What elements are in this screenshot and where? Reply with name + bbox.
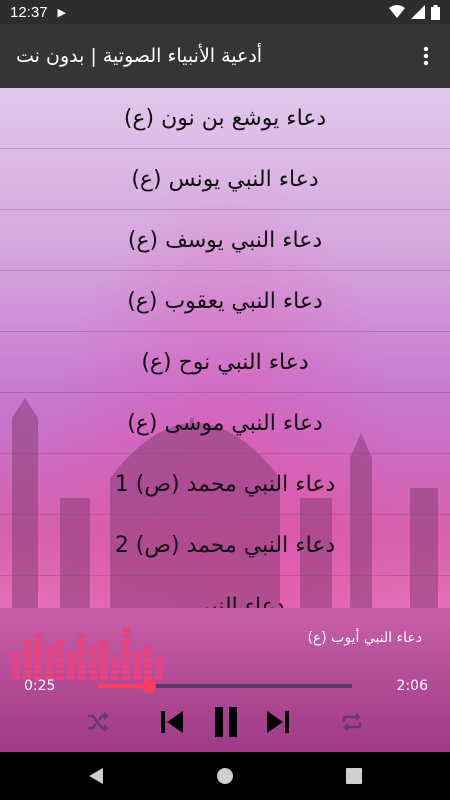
home-button[interactable] xyxy=(213,764,237,788)
signal-icon xyxy=(411,5,425,19)
skip-next-icon xyxy=(267,711,289,733)
shuffle-button[interactable] xyxy=(84,708,112,736)
shuffle-icon xyxy=(88,712,109,732)
recents-button[interactable] xyxy=(342,764,366,788)
dua-list: دعاء يوشع بن نون (ع) دعاء النبي يونس (ع)… xyxy=(0,88,450,608)
recents-square-icon xyxy=(346,768,362,784)
more-options-button[interactable] xyxy=(410,40,442,72)
duration-time: 2:06 xyxy=(396,678,428,694)
list-item-label: دعاء النبي يونس (ع) xyxy=(131,166,319,192)
seek-bar[interactable] xyxy=(98,679,352,693)
list-item[interactable]: دعاء النبي نوح (ع) xyxy=(0,332,450,393)
list-item[interactable]: دعاء النبي يونس (ع) xyxy=(0,149,450,210)
skip-previous-icon xyxy=(161,711,183,733)
next-button[interactable] xyxy=(262,706,294,738)
home-circle-icon xyxy=(217,768,233,784)
repeat-icon xyxy=(342,713,362,731)
seek-bar-thumb[interactable] xyxy=(141,679,156,693)
system-nav-bar xyxy=(0,752,450,800)
mini-player: دعاء النبي أيوب (ع) 0:25 2:06 xyxy=(0,608,450,752)
equalizer-visualizer xyxy=(12,628,163,680)
battery-icon xyxy=(431,4,440,20)
list-item[interactable]: دعاء النبي ... xyxy=(0,576,450,608)
back-button[interactable] xyxy=(84,764,108,788)
list-item[interactable]: دعاء النبي موسى (ع) xyxy=(0,393,450,454)
list-item-label: دعاء النبي نوح (ع) xyxy=(141,349,309,375)
previous-button[interactable] xyxy=(156,706,188,738)
list-item[interactable]: دعاء النبي يوسف (ع) xyxy=(0,210,450,271)
list-item-label: دعاء النبي موسى (ع) xyxy=(127,410,323,436)
list-item-label: دعاء النبي يوسف (ع) xyxy=(127,227,323,253)
status-bar: 12:37 ▶ xyxy=(0,0,450,24)
wifi-icon xyxy=(389,5,405,18)
list-item[interactable]: دعاء يوشع بن نون (ع) xyxy=(0,88,450,149)
back-triangle-icon xyxy=(89,768,103,784)
media-playing-icon: ▶ xyxy=(57,5,67,19)
app-bar: أدعية الأنبياء الصوتية | بدون نت xyxy=(0,24,450,88)
list-item[interactable]: دعاء النبي يعقوب (ع) xyxy=(0,271,450,332)
list-item-label: دعاء النبي يعقوب (ع) xyxy=(127,288,323,314)
list-item[interactable]: دعاء النبي محمد (ص) 1 xyxy=(0,454,450,515)
content-area: دعاء يوشع بن نون (ع) دعاء النبي يونس (ع)… xyxy=(0,88,450,608)
list-item-label: دعاء النبي ... xyxy=(165,594,285,608)
app-title: أدعية الأنبياء الصوتية | بدون نت xyxy=(16,45,263,67)
status-time: 12:37 xyxy=(10,3,48,21)
status-icons xyxy=(389,4,440,20)
now-playing-title: دعاء النبي أيوب (ع) xyxy=(307,630,422,646)
list-item-label: دعاء النبي محمد (ص) 1 xyxy=(114,471,336,497)
list-item[interactable]: دعاء النبي محمد (ص) 2 xyxy=(0,515,450,576)
pause-button[interactable] xyxy=(208,704,244,740)
current-time: 0:25 xyxy=(24,678,56,694)
list-item-label: دعاء النبي محمد (ص) 2 xyxy=(114,532,336,558)
list-item-label: دعاء يوشع بن نون (ع) xyxy=(123,105,327,131)
more-vert-icon xyxy=(423,46,429,66)
pause-icon xyxy=(215,707,237,737)
repeat-button[interactable] xyxy=(338,708,366,736)
